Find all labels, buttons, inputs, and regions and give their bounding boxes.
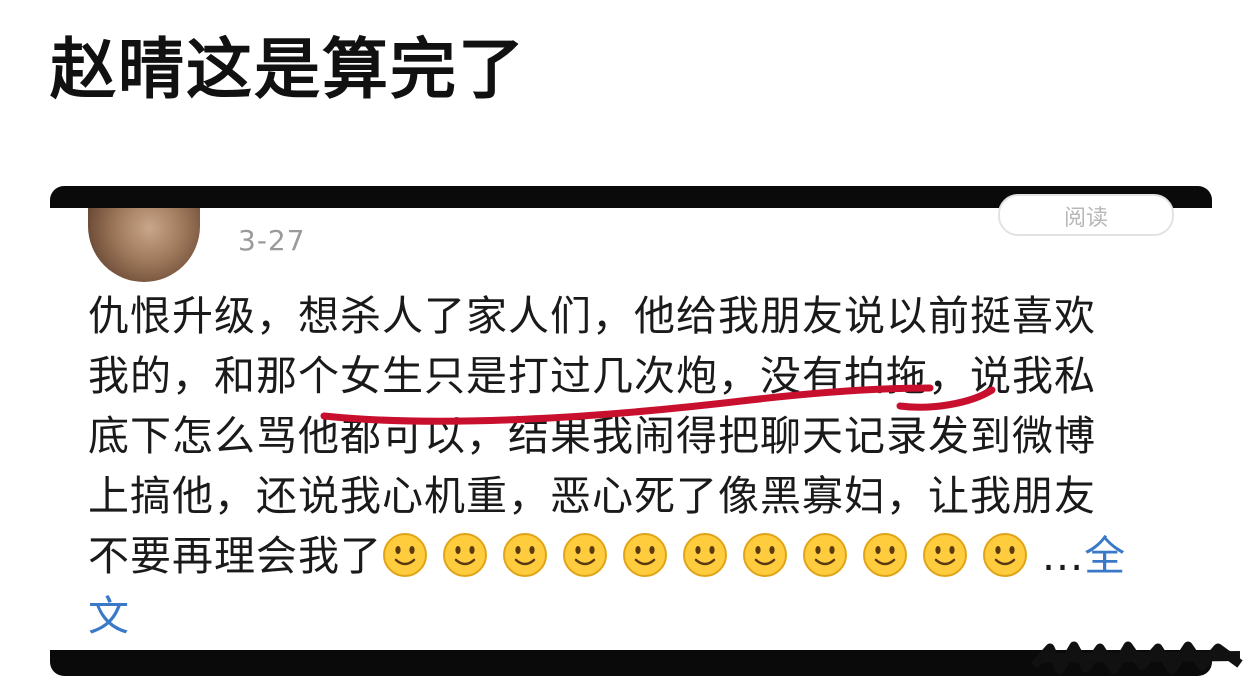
slightly-smiling-face-icon xyxy=(623,533,667,577)
post-line: 底下怎么骂他都可以，结果我闹得把聊天记录发到微博 xyxy=(88,412,1096,460)
post-body: 仇恨升级，想杀人了家人们，他给我朋友说以前挺喜欢 我的，和那个女生只是打过几次炮… xyxy=(88,286,1178,646)
page: 赵晴这是算完了 3-27 阅读 仇恨升级，想杀人了家人们，他给我朋友说以前挺喜欢… xyxy=(0,0,1259,689)
redaction-scribble xyxy=(1030,641,1243,675)
slightly-smiling-face-icon xyxy=(923,533,967,577)
post-last-line-text: 不要再理会我了 xyxy=(88,532,382,580)
read-button[interactable]: 阅读 xyxy=(998,194,1174,236)
emoji-row xyxy=(382,532,1042,580)
ellipsis: ... xyxy=(1042,532,1085,580)
post-date: 3-27 xyxy=(238,224,306,257)
weibo-post-screenshot: 3-27 阅读 仇恨升级，想杀人了家人们，他给我朋友说以前挺喜欢 我的，和那个女… xyxy=(50,186,1212,676)
post-line: 仇恨升级，想杀人了家人们，他给我朋友说以前挺喜欢 xyxy=(88,292,1096,340)
slightly-smiling-face-icon xyxy=(683,533,727,577)
slightly-smiling-face-icon xyxy=(803,533,847,577)
read-button-label: 阅读 xyxy=(1063,206,1108,231)
full-text-link-part1[interactable]: 全 xyxy=(1084,532,1126,580)
slightly-smiling-face-icon xyxy=(983,533,1027,577)
slightly-smiling-face-icon xyxy=(563,533,607,577)
slightly-smiling-face-icon xyxy=(743,533,787,577)
post-line: 我的，和那个女生只是打过几次炮，没有拍拖，说我私 xyxy=(88,352,1096,400)
slightly-smiling-face-icon xyxy=(863,533,907,577)
avatar[interactable] xyxy=(88,208,200,282)
slightly-smiling-face-icon xyxy=(503,533,547,577)
slightly-smiling-face-icon xyxy=(383,533,427,577)
full-text-link-part2[interactable]: 文 xyxy=(88,586,1178,646)
post-last-line: 不要再理会我了 ...全 xyxy=(88,526,1178,586)
headline: 赵晴这是算完了 xyxy=(50,31,526,108)
slightly-smiling-face-icon xyxy=(443,533,487,577)
post-line: 上搞他，还说我心机重，恶心死了像黑寡妇，让我朋友 xyxy=(88,472,1096,520)
